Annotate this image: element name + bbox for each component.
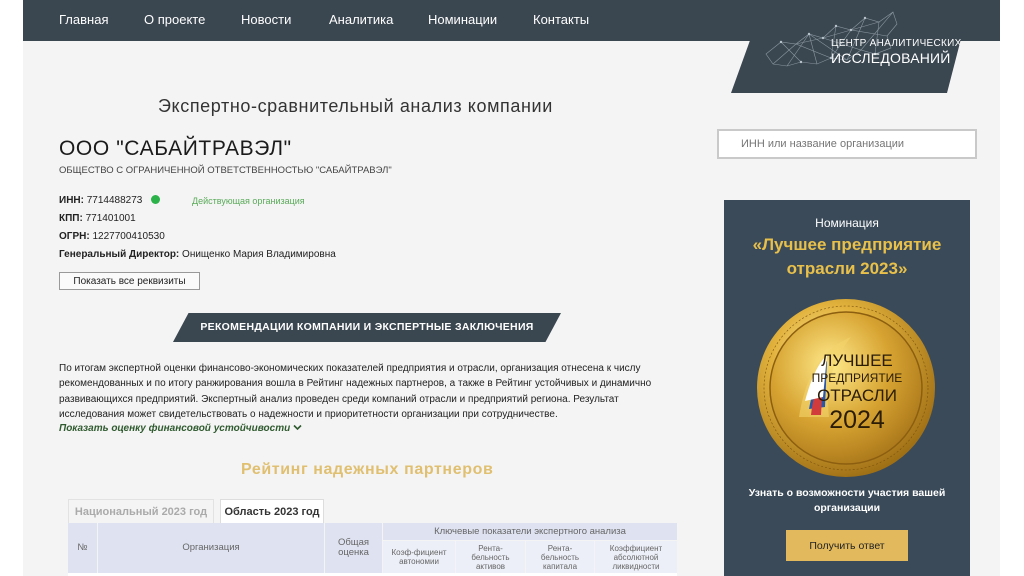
ogrn-row: ОГРН: 1227700410530 xyxy=(59,231,165,242)
col-header-capital-profitability: Рента-бельность капитала xyxy=(526,541,594,573)
tab-region-2023[interactable]: Область 2023 год xyxy=(220,499,324,523)
col-header-num: № xyxy=(68,523,97,573)
col-header-liquidity: Коэффициент абсолютной ликвидности xyxy=(595,541,677,573)
col-header-total: Общая оценка xyxy=(325,523,382,573)
medal-year: 2024 xyxy=(829,406,885,434)
medal-line-1: ЛУЧШЕЕ xyxy=(821,351,893,370)
inn-value: 7714488273 xyxy=(86,195,143,206)
col-header-key-metrics: Ключевые показатели экспертного анализа xyxy=(383,523,677,540)
ogrn-value: 1227700410530 xyxy=(92,231,165,242)
show-stability-link-label: Показать оценку финансовой устойчивости xyxy=(59,423,291,434)
status-badge: Действующая организация xyxy=(192,196,305,206)
medal-line-2: ПРЕДПРИЯТИЕ xyxy=(812,371,903,385)
get-answer-button[interactable]: Получить ответ xyxy=(786,530,908,561)
recommendations-ribbon: РЕКОМЕНДАЦИИ КОМПАНИИ И ЭКСПЕРТНЫЕ ЗАКЛЮ… xyxy=(173,313,561,342)
nav-item-contacts[interactable]: Контакты xyxy=(533,12,589,27)
logo-line-1: ЦЕНТР АНАЛИТИЧЕСКИХ xyxy=(831,38,962,49)
kpp-row: КПП: 771401001 xyxy=(59,213,136,224)
kpp-label: КПП: xyxy=(59,213,83,224)
company-name: ООО "САБАЙТРАВЭЛ" xyxy=(59,137,292,160)
inn-label: ИНН: xyxy=(59,195,84,206)
chevron-down-icon xyxy=(293,424,302,431)
nav-item-news[interactable]: Новости xyxy=(241,12,291,27)
gold-medal-icon: ЛУЧШЕЕ ПРЕДПРИЯТИЕ ОТРАСЛИ 2024 xyxy=(757,299,935,477)
col-header-org: Организация xyxy=(98,523,324,573)
nav-item-nominations[interactable]: Номинации xyxy=(428,12,497,27)
rating-title: Рейтинг надежных партнеров xyxy=(241,461,494,478)
page-title: Экспертно-сравнительный анализ компании xyxy=(158,96,553,116)
kpp-value: 771401001 xyxy=(85,213,136,224)
director-row: Генеральный Директор: Онищенко Мария Вла… xyxy=(59,249,336,260)
page: Главная О проекте Новости Аналитика Номи… xyxy=(23,0,1000,576)
show-stability-link[interactable]: Показать оценку финансовой устойчивости xyxy=(59,423,302,434)
site-logo[interactable]: ЦЕНТР АНАЛИТИЧЕСКИХ ИССЛЕДОВАНИЙ xyxy=(731,0,971,93)
tab-national-2023[interactable]: Национальный 2023 год xyxy=(68,499,214,523)
nav-item-home[interactable]: Главная xyxy=(59,12,108,27)
search-input[interactable] xyxy=(717,129,977,159)
inn-row: ИНН: 7714488273 xyxy=(59,195,161,206)
status-dot-icon xyxy=(151,195,161,204)
banner-nomination-label: Номинация xyxy=(815,216,879,230)
banner-title: «Лучшее предприятие отрасли 2023» xyxy=(752,235,942,278)
recommendations-text: По итогам экспертной оценки финансово-эк… xyxy=(59,363,652,420)
show-details-button[interactable]: Показать все реквизиты xyxy=(59,272,200,290)
col-header-autonomy: Коэф-фициент автономии xyxy=(383,541,455,573)
director-value: Онищенко Мария Владимировна xyxy=(182,249,336,260)
ogrn-label: ОГРН: xyxy=(59,231,90,242)
company-full-name: ОБЩЕСТВО С ОГРАНИЧЕННОЙ ОТВЕТСТВЕННОСТЬЮ… xyxy=(59,165,392,176)
director-label: Генеральный Директор: xyxy=(59,249,180,260)
logo-line-2: ИССЛЕДОВАНИЙ xyxy=(831,50,951,66)
col-header-asset-profitability: Рента-бельность активов xyxy=(456,541,525,573)
nav-item-analytics[interactable]: Аналитика xyxy=(329,12,393,27)
banner-description: Узнать о возможности участия вашей орган… xyxy=(748,487,946,514)
nav-item-about[interactable]: О проекте xyxy=(144,12,205,27)
medal-line-3: ОТРАСЛИ xyxy=(817,386,897,405)
nomination-banner: Номинация «Лучшее предприятие отрасли 20… xyxy=(724,200,970,576)
rating-table: № Организация Общая оценка Ключевые пока… xyxy=(68,523,677,576)
